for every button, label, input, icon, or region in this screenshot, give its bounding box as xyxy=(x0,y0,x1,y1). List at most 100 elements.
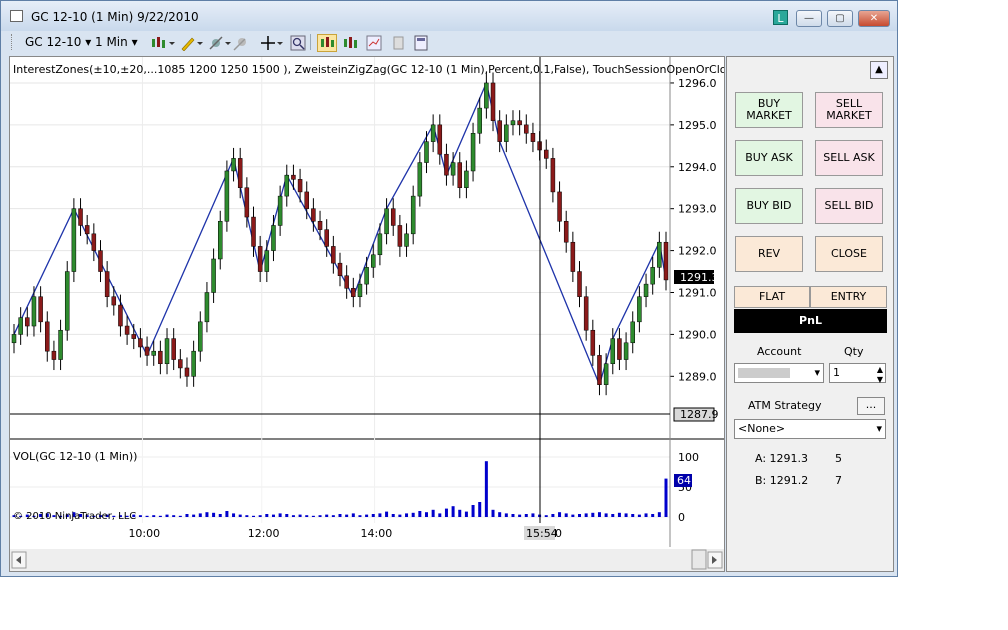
atm-strategy-label: ATM Strategy xyxy=(748,399,822,412)
link-badge[interactable]: L xyxy=(773,10,788,25)
chart-area[interactable]: 1296.0 1295.0 1294.0 1293.0 1292.0 1291.0 1290… xyxy=(9,56,739,572)
volume-bar xyxy=(345,514,349,517)
reverse-label: REV xyxy=(757,247,781,260)
volume-bar xyxy=(657,512,661,517)
buy-market-button[interactable]: BUY MARKET xyxy=(735,92,803,128)
chart-trader-icon[interactable] xyxy=(342,35,358,51)
candle-body xyxy=(397,225,403,247)
title-bar[interactable]: GC 12-10 (1 Min) 9/22/2010 L — ▢ ✕ xyxy=(1,1,897,31)
candle-body xyxy=(430,124,436,142)
candle-body xyxy=(78,208,83,226)
candle-body xyxy=(284,174,290,197)
atm-strategy-settings-button[interactable]: ... xyxy=(857,397,885,415)
volume-bar xyxy=(524,514,528,517)
sell-bid-label: SELL BID xyxy=(824,199,874,212)
candle-body xyxy=(444,153,449,176)
candle-body xyxy=(144,346,150,356)
volume-bar xyxy=(617,512,621,517)
candle-body xyxy=(637,296,642,323)
volume-bar xyxy=(305,515,309,517)
volume-bar xyxy=(544,515,548,517)
volume-bar xyxy=(611,514,615,517)
zoom-icon[interactable] xyxy=(290,35,306,51)
candle-body xyxy=(18,317,23,335)
volume-bar xyxy=(331,515,335,517)
sell-ask-label: SELL ASK xyxy=(823,151,875,164)
candle-body xyxy=(64,271,70,331)
volume-bar xyxy=(158,515,162,517)
copy-icon[interactable] xyxy=(391,35,407,51)
sell-bid-button[interactable]: SELL BID xyxy=(815,188,883,224)
sell-ask-button[interactable]: SELL ASK xyxy=(815,140,883,176)
buy-bid-button[interactable]: BUY BID xyxy=(735,188,803,224)
candle-body xyxy=(530,132,536,142)
volume-bar xyxy=(458,509,462,517)
arrow-up-icon: ▲ xyxy=(875,64,883,75)
candle-body xyxy=(317,221,323,230)
volume-bar xyxy=(391,514,395,517)
candle-body xyxy=(217,221,223,260)
candle-body xyxy=(650,267,655,285)
qty-stepper[interactable]: 1 ▲ ▼ xyxy=(829,363,886,384)
volume-bar xyxy=(198,513,202,517)
pencil-icon[interactable] xyxy=(180,35,204,51)
volume-bar xyxy=(531,513,535,517)
price-chart[interactable]: 1296.0 1295.0 1294.0 1293.0 1292.0 1291.0 1290… xyxy=(10,57,739,571)
volume-bar xyxy=(185,514,189,517)
volume-bar xyxy=(511,514,515,517)
interval-selector[interactable]: 1 Min ▾ xyxy=(95,35,138,49)
atm-strategy-select[interactable]: <None> ▾ xyxy=(734,419,886,439)
indicator-icon[interactable] xyxy=(233,35,249,51)
sell-market-button[interactable]: SELL MARKET xyxy=(815,92,883,128)
volume-bar xyxy=(424,512,428,517)
volume-bar xyxy=(278,513,282,517)
volume-bar xyxy=(491,509,495,517)
candle-body xyxy=(98,250,103,272)
minimize-button[interactable]: — xyxy=(796,10,822,27)
pnl-display: PnL xyxy=(734,309,887,333)
candle-body xyxy=(630,321,635,344)
candle-body xyxy=(231,158,236,172)
buy-ask-label: BUY ASK xyxy=(745,151,793,164)
candle-body xyxy=(211,258,216,293)
stepper-down-icon[interactable]: ▼ xyxy=(877,371,883,389)
maximize-button[interactable]: ▢ xyxy=(827,10,853,27)
candle-body xyxy=(597,355,602,385)
candle-body xyxy=(158,350,163,365)
reverse-button[interactable]: REV xyxy=(735,236,803,272)
volume-bar xyxy=(258,515,262,517)
window-title: GC 12-10 (1 Min) 9/22/2010 xyxy=(31,10,199,24)
crosshair-time-suffix: 0 xyxy=(555,527,562,540)
candle-body xyxy=(244,187,250,218)
price-tick-label: 1292.0 xyxy=(678,245,717,258)
price-tick-label: 1294.0 xyxy=(678,161,717,174)
volume-bar xyxy=(291,515,295,517)
instrument-selector[interactable]: GC 12-10 ▾ xyxy=(25,35,91,49)
candle-body xyxy=(424,141,429,163)
account-select[interactable]: ▾ xyxy=(734,363,824,383)
horizontal-scrollbar[interactable] xyxy=(10,549,724,571)
collapse-panel-button[interactable]: ▲ xyxy=(870,61,888,79)
time-tick-label: 10:00 xyxy=(128,527,160,540)
buy-ask-button[interactable]: BUY ASK xyxy=(735,140,803,176)
scroll-thumb[interactable] xyxy=(691,549,707,570)
candle-body xyxy=(151,350,156,356)
qty-label: Qty xyxy=(844,345,864,358)
crosshair-icon[interactable] xyxy=(260,35,284,51)
volume-bar xyxy=(172,515,176,517)
volume-bar xyxy=(444,508,448,517)
strategy-icon[interactable] xyxy=(208,35,232,51)
data-box-icon[interactable] xyxy=(317,34,337,52)
volume-bar xyxy=(152,515,156,517)
close-position-button[interactable]: CLOSE xyxy=(815,236,883,272)
bar-type-icon[interactable] xyxy=(150,35,176,51)
volume-label: VOL(GC 12-10 (1 Min)) xyxy=(13,450,137,463)
volume-bar xyxy=(651,514,655,517)
template-icon[interactable] xyxy=(413,35,429,51)
candle-body xyxy=(450,162,456,176)
candle-body xyxy=(617,338,622,360)
candle-body xyxy=(410,195,416,235)
close-window-button[interactable]: ✕ xyxy=(858,10,890,27)
properties-icon[interactable] xyxy=(366,35,382,51)
volume-bar xyxy=(371,514,375,517)
